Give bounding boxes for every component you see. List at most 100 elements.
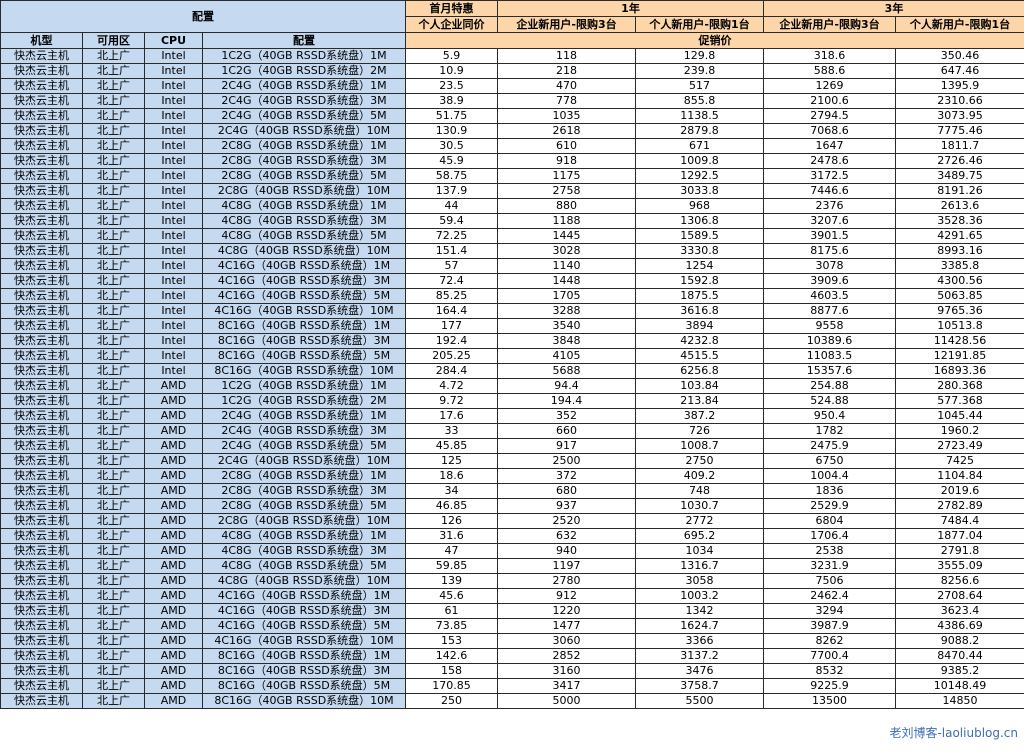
enterprise-3y-price-cell: 254.88	[763, 378, 896, 394]
enterprise-3y-price-cell: 7446.6	[763, 183, 896, 199]
enterprise-new-1y-header: 企业新用户-限购3台	[497, 16, 636, 33]
personal-1y-price-cell: 4232.8	[635, 333, 764, 349]
zone-cell: 北上广	[82, 123, 145, 139]
zone-cell: 北上广	[82, 153, 145, 169]
enterprise-1y-price-cell: 3288	[497, 303, 636, 319]
personal-3y-price-cell: 2723.49	[895, 438, 1024, 454]
model-cell: 快杰云主机	[0, 333, 83, 349]
enterprise-3y-price-cell: 3078	[763, 258, 896, 274]
table-row: 快杰云主机 北上广 AMD 2C8G（40GB RSSD系统盘）10M 126 2520 2…	[0, 513, 1024, 529]
personal-1y-price-cell: 1009.8	[635, 153, 764, 169]
enterprise-3y-price-cell: 9225.9	[763, 678, 896, 694]
personal-3y-price-cell: 2791.8	[895, 543, 1024, 559]
personal-1y-price-cell: 129.8	[635, 48, 764, 64]
enterprise-1y-price-cell: 940	[497, 543, 636, 559]
cpu-cell: Intel	[144, 63, 203, 79]
model-cell: 快杰云主机	[0, 108, 83, 124]
config-cell: 4C16G（40GB RSSD系统盘）3M	[202, 273, 406, 289]
enterprise-1y-price-cell: 3060	[497, 633, 636, 649]
enterprise-1y-price-cell: 218	[497, 63, 636, 79]
cpu-cell: AMD	[144, 498, 203, 514]
enterprise-3y-price-cell: 1269	[763, 78, 896, 94]
first-month-price-cell: 72.25	[405, 228, 498, 244]
cpu-cell: AMD	[144, 678, 203, 694]
enterprise-3y-price-cell: 2529.9	[763, 498, 896, 514]
enterprise-3y-price-cell: 1004.4	[763, 468, 896, 484]
personal-3y-price-cell: 16893.36	[895, 363, 1024, 379]
personal-3y-price-cell: 3489.75	[895, 168, 1024, 184]
personal-3y-price-cell: 1045.44	[895, 408, 1024, 424]
table-row: 快杰云主机 北上广 Intel 2C8G（40GB RSSD系统盘）5M 58.75 11…	[0, 168, 1024, 184]
personal-1y-price-cell: 855.8	[635, 93, 764, 109]
enterprise-1y-price-cell: 1705	[497, 288, 636, 304]
enterprise-3y-price-cell: 524.88	[763, 393, 896, 409]
model-cell: 快杰云主机	[0, 243, 83, 259]
enterprise-3y-price-cell: 3231.9	[763, 558, 896, 574]
personal-1y-price-cell: 1003.2	[635, 588, 764, 604]
cpu-cell: Intel	[144, 183, 203, 199]
model-cell: 快杰云主机	[0, 378, 83, 394]
table-row: 快杰云主机 北上广 Intel 8C16G（40GB RSSD系统盘）3M 192.4 3…	[0, 333, 1024, 349]
zone-cell: 北上广	[82, 288, 145, 304]
personal-1y-price-cell: 1030.7	[635, 498, 764, 514]
personal-3y-price-cell: 4291.65	[895, 228, 1024, 244]
enterprise-1y-price-cell: 5000	[497, 693, 636, 709]
cpu-cell: Intel	[144, 168, 203, 184]
personal-1y-price-cell: 695.2	[635, 528, 764, 544]
model-cell: 快杰云主机	[0, 618, 83, 634]
cpu-cell: AMD	[144, 648, 203, 664]
model-cell: 快杰云主机	[0, 423, 83, 439]
first-month-price-cell: 57	[405, 258, 498, 274]
first-month-price-cell: 46.85	[405, 498, 498, 514]
config-cell: 4C8G（40GB RSSD系统盘）1M	[202, 528, 406, 544]
personal-1y-price-cell: 5500	[635, 693, 764, 709]
cpu-cell: Intel	[144, 93, 203, 109]
config-column-header: 配置	[202, 32, 406, 49]
enterprise-3y-price-cell: 2100.6	[763, 93, 896, 109]
first-month-price-cell: 45.85	[405, 438, 498, 454]
config-cell: 4C8G（40GB RSSD系统盘）10M	[202, 243, 406, 259]
enterprise-3y-price-cell: 8877.6	[763, 303, 896, 319]
personal-1y-price-cell: 103.84	[635, 378, 764, 394]
table-row: 快杰云主机 北上广 Intel 4C16G（40GB RSSD系统盘）10M 164.4…	[0, 303, 1024, 319]
table-row: 快杰云主机 北上广 AMD 8C16G（40GB RSSD系统盘）10M 250 5000…	[0, 693, 1024, 709]
personal-3y-price-cell: 2019.6	[895, 483, 1024, 499]
cpu-cell: AMD	[144, 693, 203, 709]
enterprise-1y-price-cell: 3028	[497, 243, 636, 259]
enterprise-3y-price-cell: 13500	[763, 693, 896, 709]
zone-cell: 北上广	[82, 438, 145, 454]
enterprise-1y-price-cell: 1445	[497, 228, 636, 244]
enterprise-1y-price-cell: 1188	[497, 213, 636, 229]
enterprise-3y-price-cell: 3901.5	[763, 228, 896, 244]
model-cell: 快杰云主机	[0, 288, 83, 304]
enterprise-1y-price-cell: 1448	[497, 273, 636, 289]
config-cell: 4C16G（40GB RSSD系统盘）10M	[202, 303, 406, 319]
table-row: 快杰云主机 北上广 Intel 8C16G（40GB RSSD系统盘）10M 284.4…	[0, 363, 1024, 379]
personal-3y-price-cell: 9385.2	[895, 663, 1024, 679]
cpu-cell: AMD	[144, 663, 203, 679]
personal-3y-price-cell: 3073.95	[895, 108, 1024, 124]
table-row: 快杰云主机 北上广 Intel 4C8G（40GB RSSD系统盘）5M 72.25 14…	[0, 228, 1024, 244]
enterprise-1y-price-cell: 94.4	[497, 378, 636, 394]
model-cell: 快杰云主机	[0, 183, 83, 199]
cpu-cell: AMD	[144, 378, 203, 394]
table-row: 快杰云主机 北上广 AMD 4C16G（40GB RSSD系统盘）5M 73.85 147…	[0, 618, 1024, 634]
table-row: 快杰云主机 北上广 Intel 4C8G（40GB RSSD系统盘）1M 44 880 96…	[0, 198, 1024, 214]
first-month-price-cell: 51.75	[405, 108, 498, 124]
enterprise-1y-price-cell: 880	[497, 198, 636, 214]
zone-cell: 北上广	[82, 108, 145, 124]
table-row: 快杰云主机 北上广 AMD 1C2G（40GB RSSD系统盘）2M 9.72 194.4…	[0, 393, 1024, 409]
model-cell: 快杰云主机	[0, 123, 83, 139]
enterprise-1y-price-cell: 1035	[497, 108, 636, 124]
personal-3y-price-cell: 9088.2	[895, 633, 1024, 649]
table-row: 快杰云主机 北上广 AMD 8C16G（40GB RSSD系统盘）1M 142.6 285…	[0, 648, 1024, 664]
enterprise-1y-price-cell: 1220	[497, 603, 636, 619]
personal-3y-price-cell: 2310.66	[895, 93, 1024, 109]
first-month-price-cell: 170.85	[405, 678, 498, 694]
enterprise-3y-price-cell: 950.4	[763, 408, 896, 424]
personal-3y-price-cell: 4386.69	[895, 618, 1024, 634]
first-month-price-cell: 9.72	[405, 393, 498, 409]
model-cell: 快杰云主机	[0, 153, 83, 169]
personal-1y-price-cell: 1306.8	[635, 213, 764, 229]
cpu-cell: Intel	[144, 78, 203, 94]
